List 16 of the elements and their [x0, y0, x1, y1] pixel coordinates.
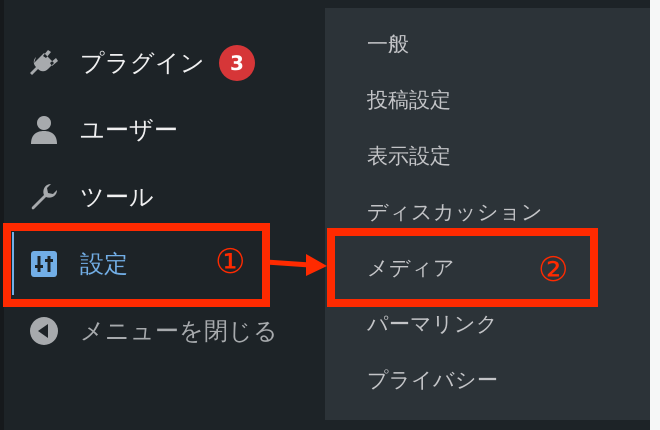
- submenu-item[interactable]: メディア: [325, 241, 463, 297]
- submenu-item[interactable]: 投稿設定: [325, 73, 459, 129]
- step-number: ①: [215, 245, 246, 279]
- step-number: ②: [538, 253, 568, 287]
- menu-item[interactable]: メニューを閉じる: [4, 297, 282, 364]
- submenu-item[interactable]: パーマリンク: [325, 297, 506, 353]
- menu-item[interactable]: プラグイン 3: [4, 29, 262, 96]
- count-badge: 3: [219, 44, 255, 80]
- submenu-item[interactable]: 表示設定: [325, 129, 459, 185]
- submenu-item[interactable]: ディスカッション: [325, 185, 551, 241]
- submenu-item[interactable]: プライバシー: [325, 353, 506, 409]
- menu-item[interactable]: ツール: [4, 163, 262, 230]
- user-icon: [28, 114, 60, 146]
- menu-item[interactable]: ユーザー: [4, 96, 262, 163]
- submenu-item[interactable]: 一般: [325, 17, 417, 73]
- collapse-icon: [28, 314, 60, 346]
